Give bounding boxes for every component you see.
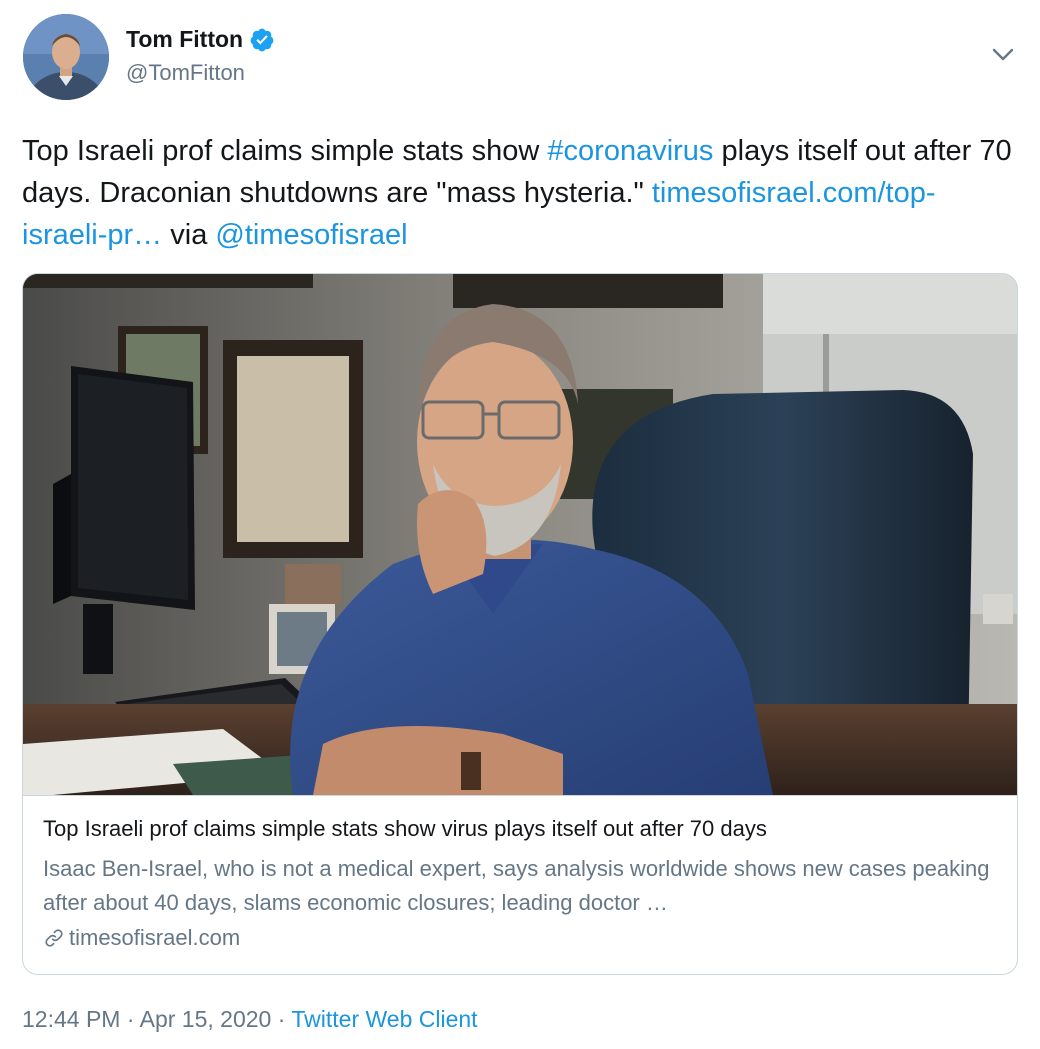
tweet-source-link[interactable]: Twitter Web Client	[291, 1006, 477, 1032]
card-image[interactable]	[23, 274, 1017, 795]
card-title[interactable]: Top Israeli prof claims simple stats sho…	[43, 816, 767, 842]
tweet-text: Top Israeli prof claims simple stats sho…	[22, 130, 1012, 256]
separator: ·	[271, 1006, 292, 1032]
card-photo	[23, 274, 1017, 795]
tweet-text-part: via	[162, 219, 216, 251]
hashtag-link[interactable]: #coronavirus	[547, 135, 713, 167]
card-domain-text: timesofisrael.com	[69, 925, 241, 950]
profile-photo-icon	[23, 14, 109, 100]
tweet-date[interactable]: Apr 15, 2020	[140, 1006, 272, 1032]
tweet-time[interactable]: 12:44 PM	[22, 1006, 120, 1032]
link-icon	[45, 929, 63, 947]
more-options-button[interactable]	[988, 40, 1018, 70]
tweet: Tom Fitton @TomFitton Top Israeli prof c…	[0, 0, 1040, 1049]
card-body[interactable]: Top Israeli prof claims simple stats sho…	[23, 795, 1017, 950]
card-domain[interactable]: timesofisrael.com	[43, 925, 240, 951]
verified-badge-icon	[250, 28, 274, 51]
display-name[interactable]: Tom Fitton	[126, 26, 243, 53]
user-handle[interactable]: @TomFitton	[126, 60, 245, 86]
tweet-text-part: Top Israeli prof claims simple stats sho…	[22, 135, 548, 167]
chevron-down-icon	[992, 48, 1014, 61]
tweet-meta: 12:44 PM · Apr 15, 2020 · Twitter Web Cl…	[22, 1006, 478, 1033]
avatar[interactable]	[23, 14, 109, 100]
card-description: Isaac Ben-Israel, who is not a medical e…	[43, 856, 990, 915]
separator: ·	[120, 1006, 140, 1032]
name-row: Tom Fitton	[126, 26, 275, 53]
link-card[interactable]: Top Israeli prof claims simple stats sho…	[22, 273, 1018, 975]
mention-link[interactable]: @timesofisrael	[215, 219, 407, 251]
